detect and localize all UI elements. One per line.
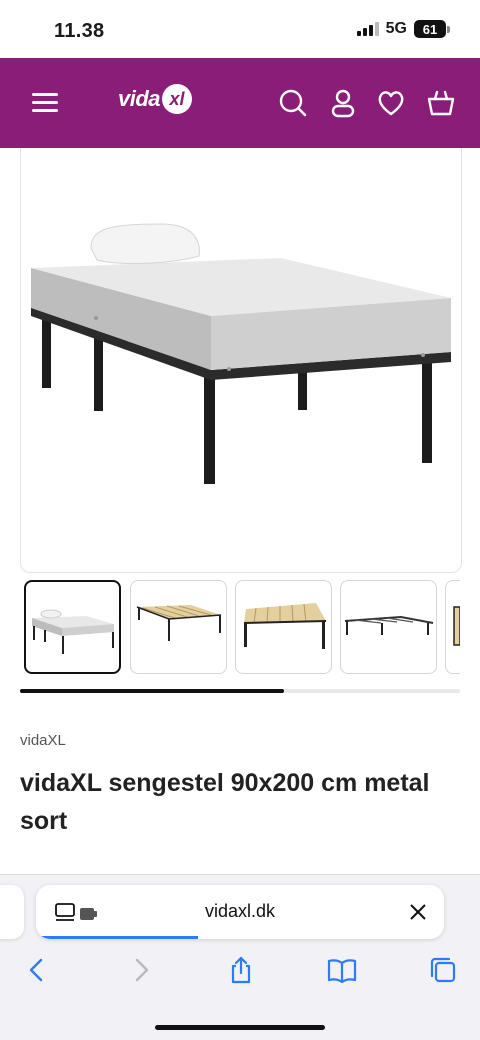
search-icon[interactable] — [278, 88, 308, 118]
network-type: 5G — [385, 20, 407, 37]
wishlist-heart-icon[interactable] — [376, 88, 406, 118]
site-header: vida xl — [0, 58, 480, 148]
thumbnail-frame-side[interactable] — [340, 580, 437, 674]
product-title: vidaXL sengestel 90x200 cm metal sort — [20, 769, 430, 835]
page-load-progress — [36, 936, 198, 939]
product-brand[interactable]: vidaXL — [20, 732, 66, 749]
status-bar: 11.38 5G 61 — [0, 0, 480, 58]
logo-badge: xl — [162, 84, 193, 114]
thumbnail-frame-partial[interactable] — [445, 580, 460, 674]
tabs-icon[interactable] — [428, 955, 458, 985]
share-icon[interactable] — [226, 955, 256, 985]
back-icon[interactable] — [22, 955, 52, 985]
thumbnail-strip — [24, 580, 460, 676]
close-icon[interactable] — [408, 902, 428, 922]
menu-icon[interactable] — [32, 91, 58, 113]
cart-icon[interactable] — [426, 88, 456, 118]
thumbnail-bed-with-mattress[interactable] — [24, 580, 121, 674]
address-bar[interactable]: vidaxl.dk — [36, 885, 444, 939]
gallery-scroll-indicator — [20, 689, 460, 693]
signal-icon — [356, 22, 379, 36]
gallery-scroll-thumb — [20, 689, 284, 693]
bookmarks-icon[interactable] — [327, 955, 357, 985]
home-indicator — [155, 1025, 325, 1030]
previous-tab-preview[interactable] — [0, 885, 24, 939]
product-main-image[interactable] — [20, 148, 462, 573]
forward-icon[interactable] — [126, 955, 156, 985]
thumbnail-slatted-frame-front[interactable] — [235, 580, 332, 674]
browser-toolbar: vidaxl.dk — [0, 874, 480, 1040]
account-icon[interactable] — [328, 88, 358, 118]
battery-level: 61 — [414, 20, 446, 38]
status-indicators: 5G 61 — [356, 20, 450, 38]
logo-text: vida — [118, 86, 161, 111]
url-text: vidaxl.dk — [204, 901, 276, 921]
vidaxl-logo[interactable]: vida xl — [118, 84, 193, 114]
thumbnail-slatted-frame-angle[interactable] — [130, 580, 227, 674]
battery-icon: 61 — [414, 20, 450, 38]
status-time: 11.38 — [54, 20, 105, 42]
